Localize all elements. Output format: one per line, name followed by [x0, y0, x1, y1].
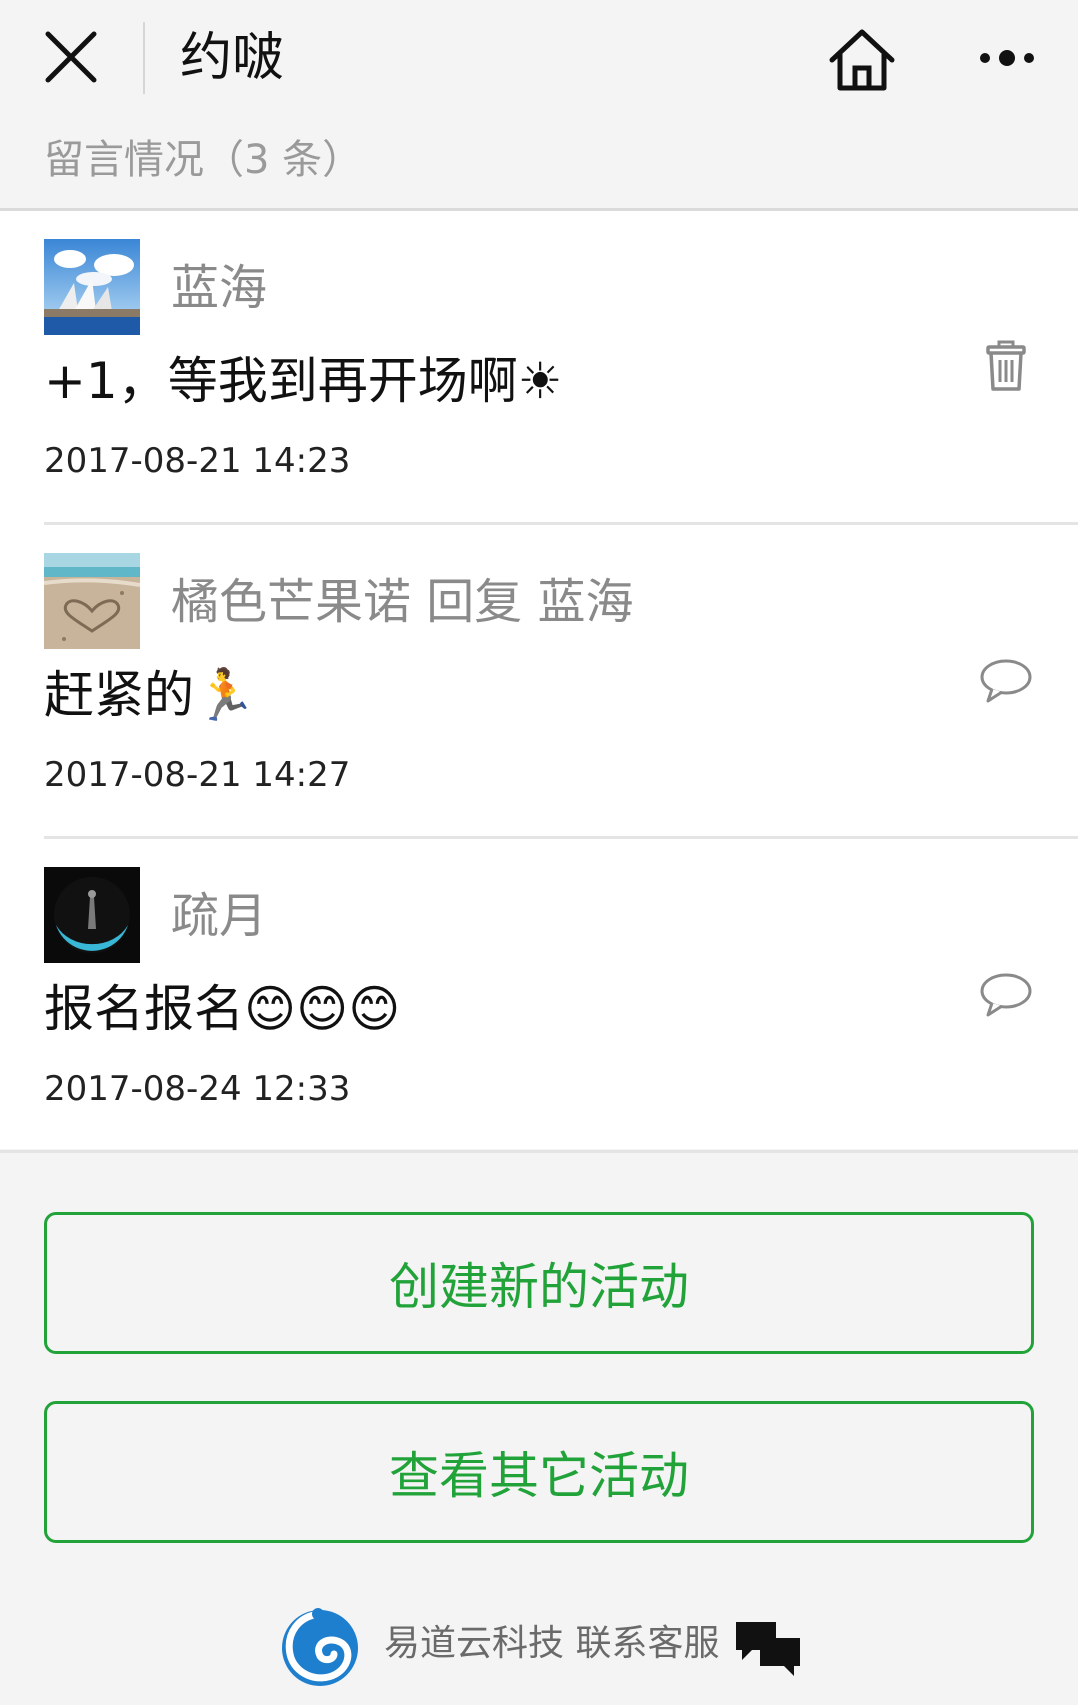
reply-bubble-icon[interactable] [978, 653, 1034, 709]
comment-text: +1，等我到再开场啊☀ [44, 352, 563, 410]
view-other-activities-button[interactable]: 查看其它活动 [44, 1401, 1034, 1543]
divider [0, 1150, 1078, 1153]
avatar[interactable] [44, 553, 140, 649]
chat-bubbles-icon[interactable] [734, 1618, 802, 1678]
comment-item: 橘色芒果诺 回复 蓝海 赶紧的🏃 2017-08-21 14:27 [0, 525, 1078, 839]
comments-section-title: 留言情况（3 条） [44, 137, 363, 183]
footer: 易道云科技 联系客服 [0, 1604, 1078, 1688]
top-nav-bar: 约啵 [0, 0, 1078, 120]
comment-text: 报名报名😊😊😊 [44, 980, 401, 1038]
comment-author: 橘色芒果诺 回复 蓝海 [171, 574, 634, 630]
trash-icon[interactable] [978, 339, 1034, 395]
comment-timestamp: 2017-08-21 14:27 [44, 755, 351, 795]
more-icon[interactable] [975, 36, 1039, 80]
home-icon[interactable] [826, 24, 898, 96]
close-icon[interactable] [40, 26, 102, 88]
create-activity-button[interactable]: 创建新的活动 [44, 1212, 1034, 1354]
comment-timestamp: 2017-08-24 12:33 [44, 1069, 351, 1109]
comment-list: 蓝海 +1，等我到再开场啊☀ 2017-08-21 14:23 橘色芒果诺 回复… [0, 211, 1078, 1153]
comment-item: 疏月 报名报名😊😊😊 2017-08-24 12:33 [0, 839, 1078, 1153]
comment-author: 疏月 [171, 888, 268, 944]
comment-item: 蓝海 +1，等我到再开场啊☀ 2017-08-21 14:23 [0, 211, 1078, 525]
footer-support-link[interactable]: 易道云科技 联系客服 [384, 1618, 719, 1670]
page: 约啵 留言情况（3 条） 蓝海 +1，等我到再开场啊☀ 2017-08-21 1… [0, 0, 1078, 1705]
avatar[interactable] [44, 867, 140, 963]
comment-author: 蓝海 [171, 260, 268, 316]
yidaoyun-logo-icon [278, 1604, 362, 1688]
page-title: 约啵 [180, 28, 285, 88]
reply-bubble-icon[interactable] [978, 967, 1034, 1023]
comment-timestamp: 2017-08-21 14:23 [44, 441, 351, 481]
comment-text: 赶紧的🏃 [44, 666, 257, 724]
avatar[interactable] [44, 239, 140, 335]
nav-divider [143, 22, 145, 94]
